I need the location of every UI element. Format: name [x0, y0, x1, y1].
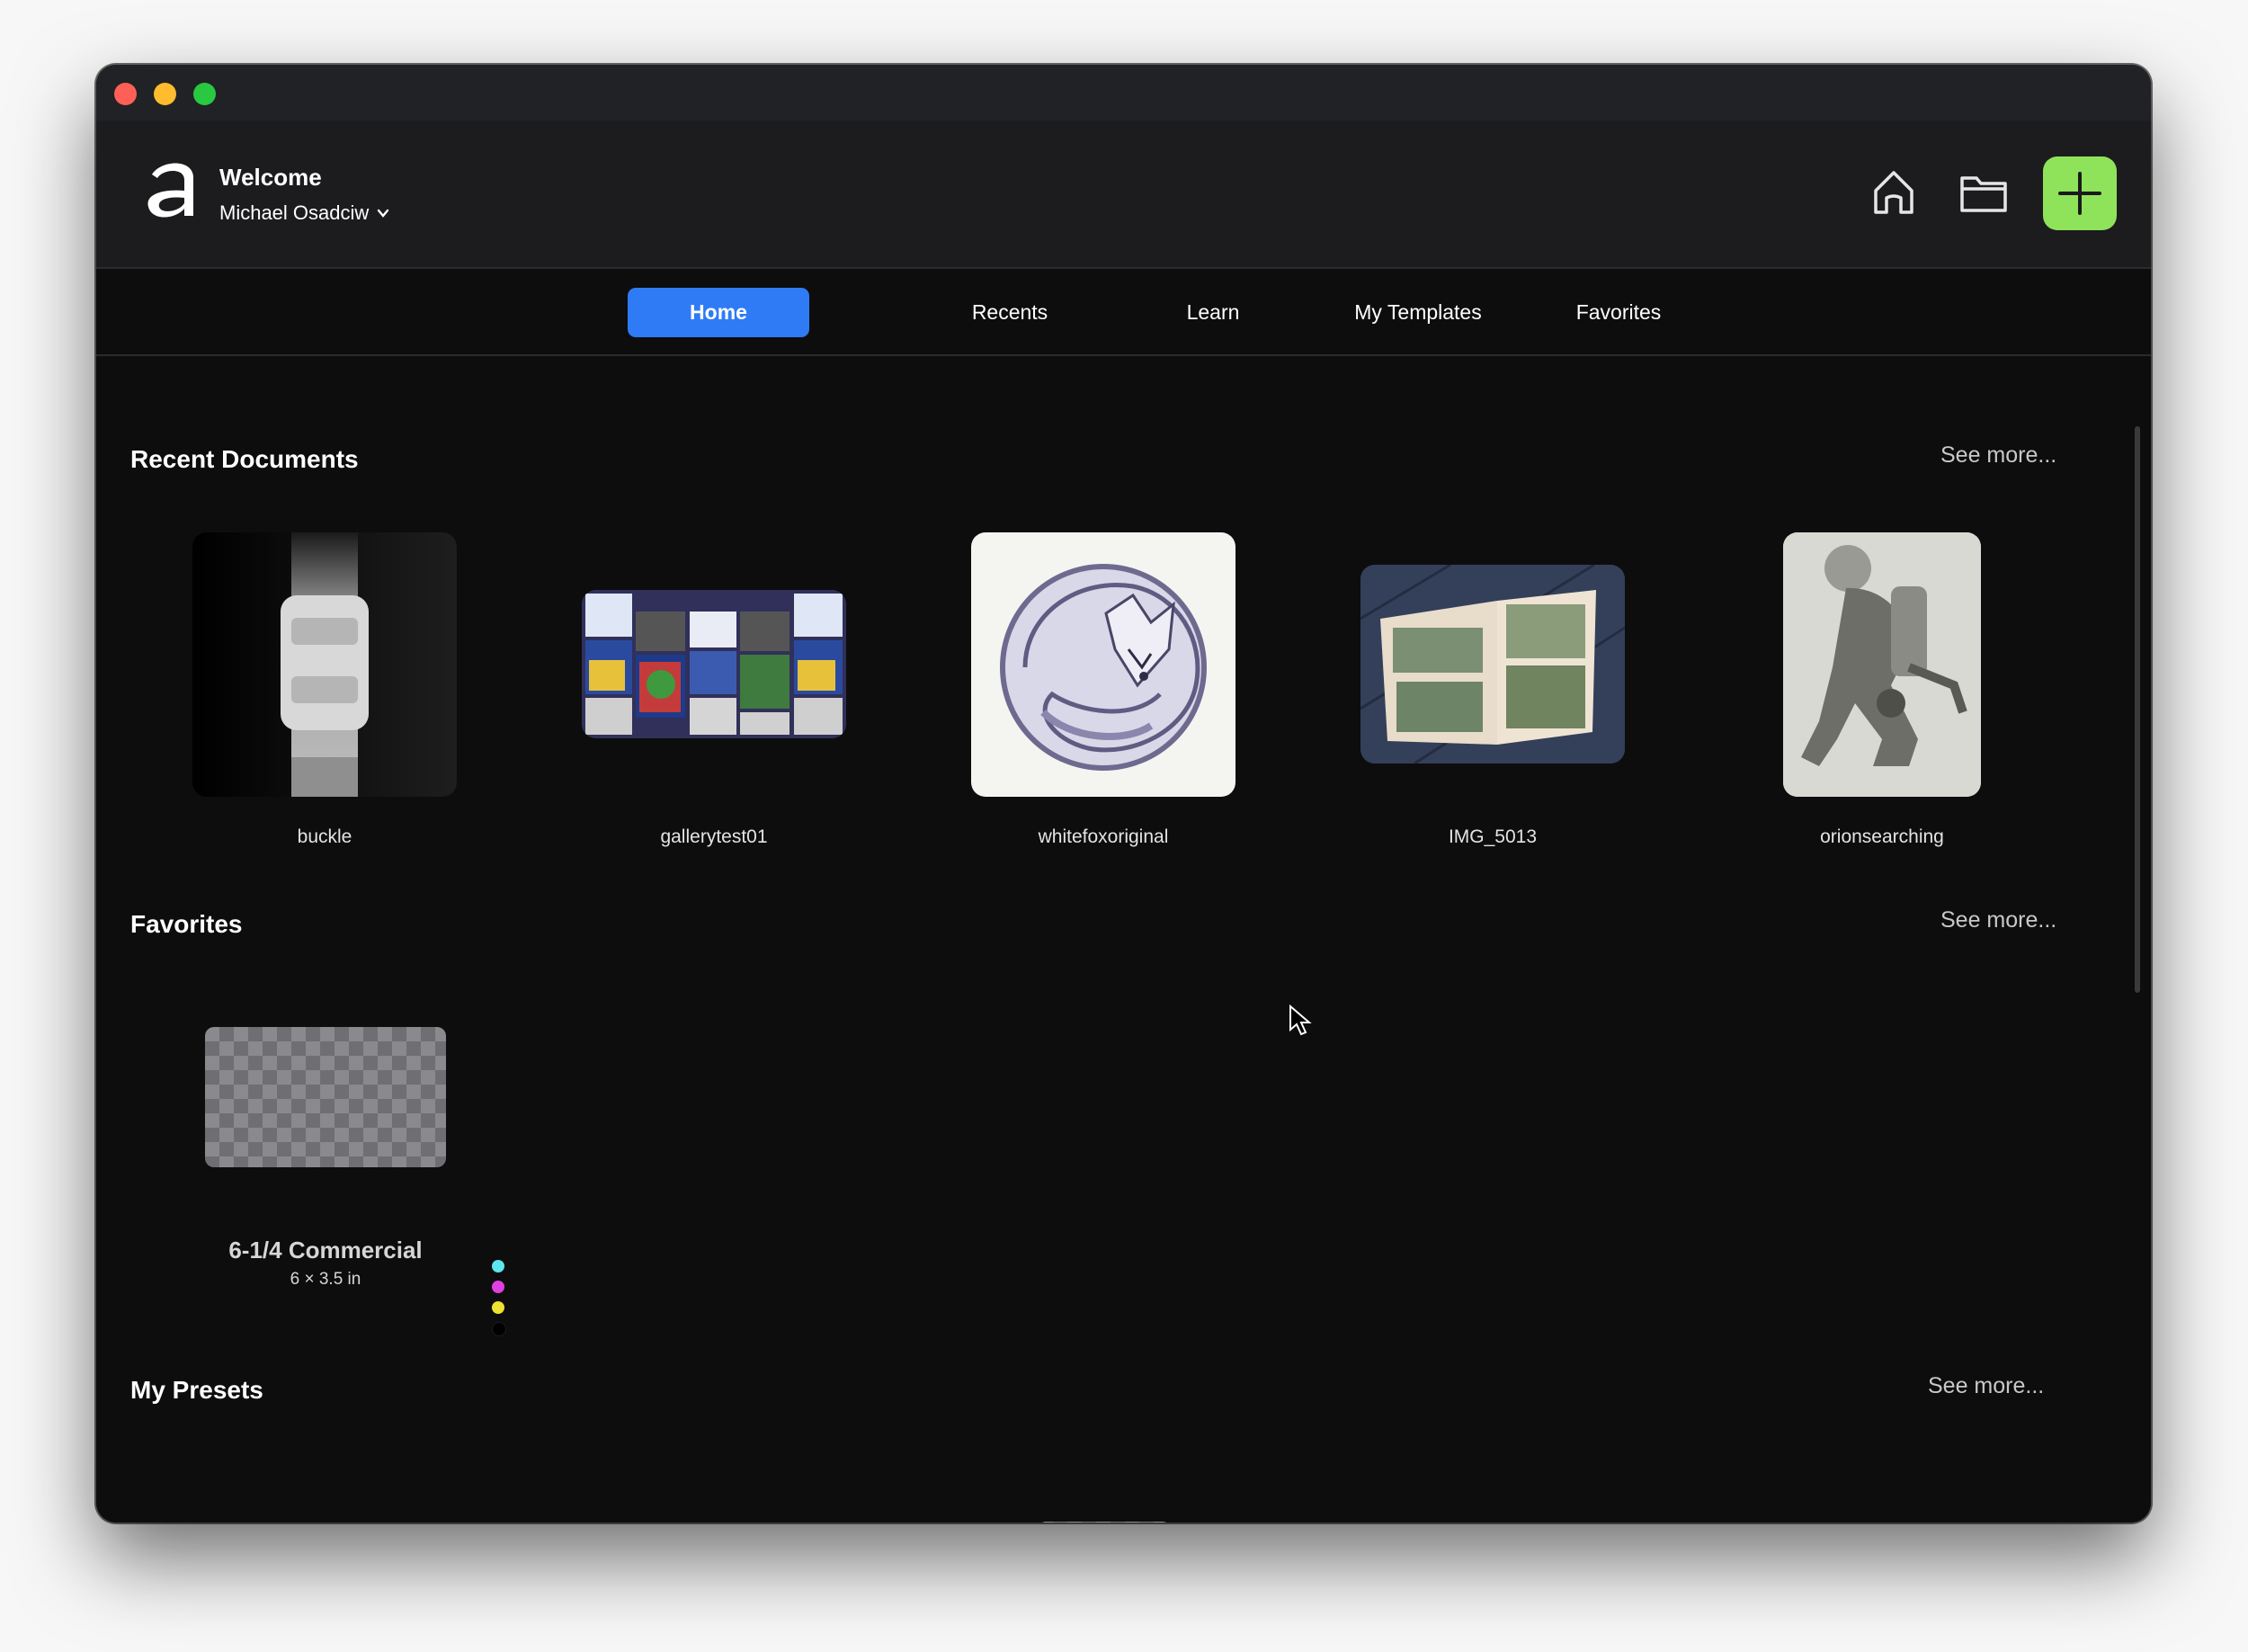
tab-my-templates[interactable]: My Templates [1319, 288, 1517, 337]
document-name: orionsearching [1820, 826, 1944, 847]
presets-see-more-link[interactable]: See more... [1928, 1373, 2044, 1399]
tab-favorites[interactable]: Favorites [1529, 288, 1708, 337]
document-thumbnail[interactable] [1783, 532, 1981, 797]
tab-recents[interactable]: Recents [920, 288, 1100, 337]
welcome-heading: Welcome [219, 164, 322, 191]
folder-icon[interactable] [1958, 167, 2009, 218]
magenta-ink-dot [492, 1281, 504, 1293]
document-name: whitefoxoriginal [1038, 826, 1169, 847]
document-name: gallerytest01 [660, 826, 768, 847]
cyan-ink-dot [492, 1260, 504, 1272]
favorites-see-more-link[interactable]: See more... [1940, 907, 2056, 933]
vertical-scrollbar[interactable] [2135, 426, 2140, 993]
my-presets-title: My Presets [130, 1376, 263, 1404]
tab-bar: Home Recents Learn My Templates Favorite… [96, 269, 2151, 356]
app-header: Welcome Michael Osadciw [96, 121, 2151, 269]
document-thumbnail[interactable] [1360, 565, 1625, 763]
document-thumbnail[interactable] [582, 590, 846, 738]
home-icon[interactable] [1869, 167, 1919, 218]
chevron-down-icon [378, 209, 389, 218]
recent-see-more-link[interactable]: See more... [1940, 442, 2056, 469]
app-window: Welcome Michael Osadciw Home Recents Lea… [96, 65, 2151, 1523]
close-window-button[interactable] [114, 83, 137, 105]
tab-home[interactable]: Home [628, 288, 809, 337]
mouse-cursor-icon [1289, 1005, 1312, 1036]
favorites-title: Favorites [130, 910, 243, 938]
account-menu[interactable]: Michael Osadciw [219, 201, 390, 225]
tab-learn[interactable]: Learn [1123, 288, 1303, 337]
zoom-window-button[interactable] [193, 83, 216, 105]
document-thumbnail[interactable] [192, 532, 457, 797]
template-name: 6-1/4 Commercial [228, 1237, 423, 1264]
document-name: buckle [297, 826, 352, 847]
minimize-window-button[interactable] [154, 83, 176, 105]
document-name: IMG_5013 [1448, 826, 1538, 847]
black-ink-dot [492, 1322, 506, 1336]
plus-icon [2058, 172, 2101, 215]
title-bar [96, 65, 2151, 121]
document-thumbnail[interactable] [971, 532, 1236, 797]
new-document-button[interactable] [2043, 156, 2117, 230]
preset-thumbnail[interactable] [1039, 1522, 1170, 1523]
app-logo-icon [147, 163, 193, 218]
home-content: Recent Documents See more... buckle gall… [96, 356, 2151, 1523]
user-name: Michael Osadciw [219, 201, 370, 224]
template-thumbnail[interactable] [205, 1027, 446, 1167]
template-size: 6 × 3.5 in [290, 1270, 361, 1289]
yellow-ink-dot [492, 1301, 504, 1314]
recent-documents-title: Recent Documents [130, 445, 359, 473]
